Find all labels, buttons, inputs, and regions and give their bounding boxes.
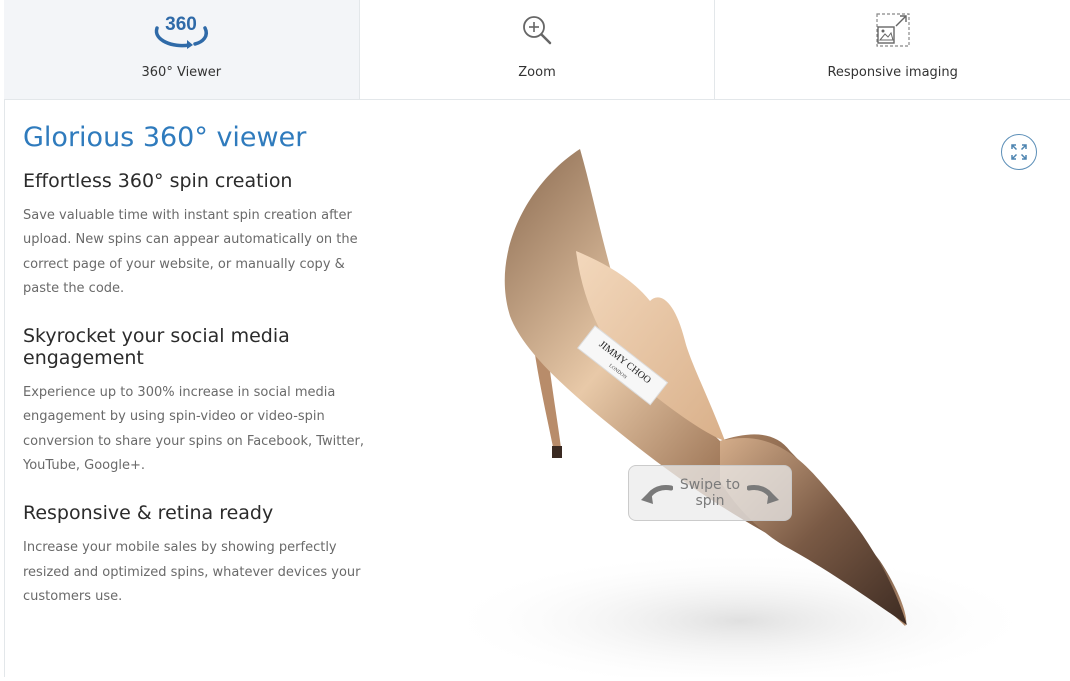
responsive-image-icon <box>875 12 911 48</box>
tab-label: Zoom <box>518 65 556 80</box>
spin-viewer[interactable]: JIMMY CHOO LONDON <box>380 101 1070 681</box>
arrow-right-icon <box>747 485 779 504</box>
tab-label: 360° Viewer <box>141 65 222 80</box>
swipe-hint-text: Swipe to spin <box>679 477 741 509</box>
expand-icon <box>1011 144 1027 160</box>
section-heading: Effortless 360° spin creation <box>23 170 293 192</box>
svg-text:360: 360 <box>165 14 197 35</box>
tab-360-viewer[interactable]: 360 360° Viewer <box>4 0 360 99</box>
swipe-to-spin-hint: Swipe to spin <box>628 465 792 521</box>
section-heading: Skyrocket your social media engagement <box>23 325 290 370</box>
360-spin-icon: 360 <box>151 12 211 49</box>
arrow-left-icon <box>641 485 673 504</box>
feature-description: Glorious 360° viewer Effortless 360° spi… <box>23 120 373 633</box>
tab-responsive-imaging[interactable]: Responsive imaging <box>715 0 1070 99</box>
zoom-in-icon <box>520 12 554 48</box>
section-heading: Responsive & retina ready <box>23 502 274 525</box>
tab-label: Responsive imaging <box>827 65 958 80</box>
section-body: Save valuable time with instant spin cre… <box>23 208 358 296</box>
tab-zoom[interactable]: Zoom <box>360 0 716 99</box>
fullscreen-button[interactable] <box>1001 134 1037 170</box>
feature-tabs: 360 360° Viewer Zoom Responsive imaging <box>4 0 1070 100</box>
shoe-image: JIMMY CHOO LONDON <box>440 149 1040 681</box>
section-body: Experience up to 300% increase in social… <box>23 385 364 474</box>
page-title: Glorious 360° viewer <box>23 122 307 153</box>
section-body: Increase your mobile sales by showing pe… <box>23 540 361 604</box>
